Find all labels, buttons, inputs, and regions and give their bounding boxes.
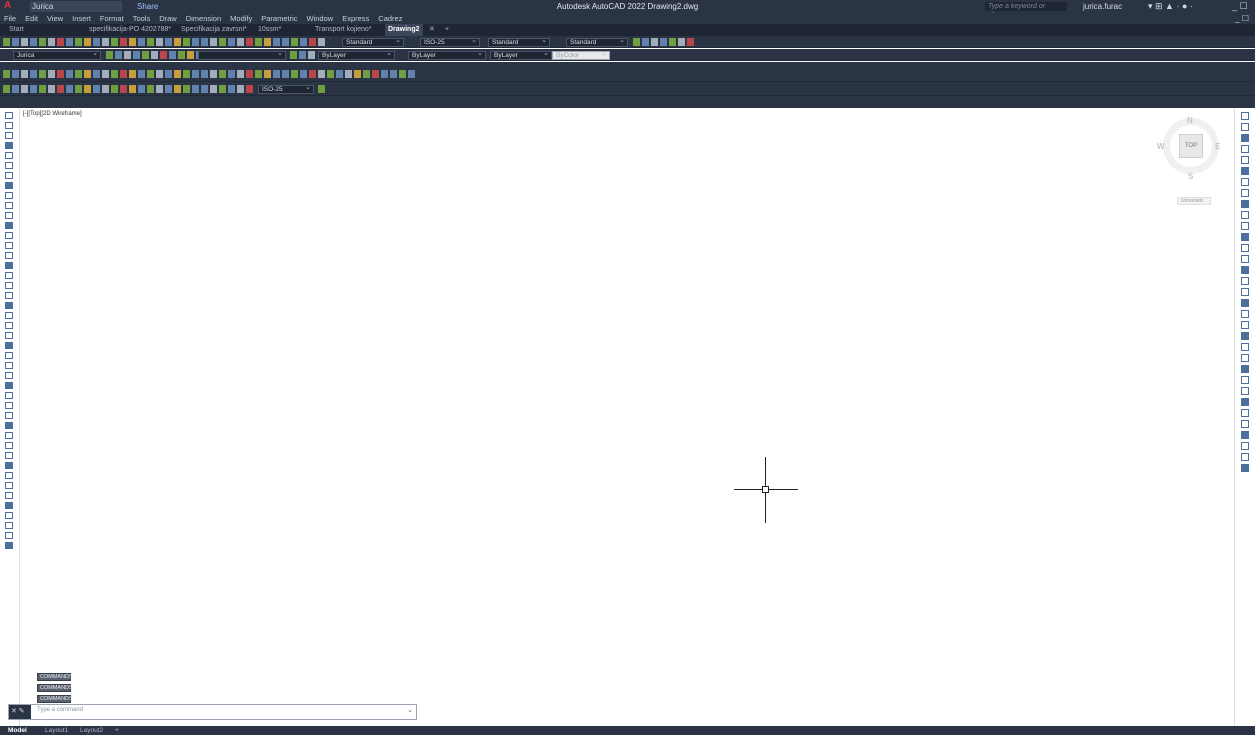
ucs-menu[interactable]: Unnamed	[1177, 197, 1211, 205]
layer-state-select[interactable]	[198, 51, 286, 60]
command-history-line: COMMANDS	[37, 695, 73, 703]
tab-file[interactable]: 10ssm*	[255, 24, 284, 36]
title-bar: A Jurica Share Autodesk AutoCAD 2022 Dra…	[0, 0, 1255, 19]
command-history-line: COMMANDS	[37, 673, 73, 681]
menu-file[interactable]: File	[4, 13, 16, 24]
menu-tools[interactable]: Tools	[133, 13, 151, 24]
tab-layout1[interactable]: Layout1	[45, 726, 68, 735]
color-select[interactable]: ByLayer	[318, 51, 395, 60]
draw-toolbar	[0, 108, 20, 726]
layer-tools-icons[interactable]	[290, 51, 315, 59]
menu-view[interactable]: View	[47, 13, 63, 24]
text-style-select[interactable]: Standard	[342, 38, 404, 47]
tab-start[interactable]: Start	[6, 24, 27, 36]
linetype-select[interactable]: ByLayer	[408, 51, 486, 60]
dimension-icons[interactable]	[3, 85, 253, 93]
pickbox-icon	[762, 486, 769, 493]
menu-window[interactable]: Window	[307, 13, 334, 24]
toolbar-tools	[0, 62, 1255, 82]
viewcube-top-face[interactable]: TOP	[1179, 134, 1203, 158]
help-icon[interactable]: ▾ ⊞ ▲ · ● ·	[1148, 0, 1193, 12]
command-history-line: COMMANDS	[37, 684, 73, 692]
tab-file[interactable]: Specifikacija zavrsni*	[178, 24, 250, 36]
compass-east[interactable]: E	[1215, 142, 1220, 151]
draw-tool-icons[interactable]	[5, 112, 13, 549]
layer-select[interactable]: Jurica	[13, 51, 101, 60]
window-controls[interactable]: _ ☐	[1232, 0, 1248, 12]
modify-toolbar	[1234, 108, 1255, 726]
menu-bar: File Edit View Insert Format Tools Draw …	[0, 13, 1255, 24]
command-input[interactable]: Type a command	[37, 707, 83, 713]
multileader-style-select[interactable]: Standard	[566, 38, 628, 47]
document-window-controls[interactable]: _ ☐	[1235, 13, 1249, 24]
tools-icons[interactable]	[3, 70, 415, 78]
command-line[interactable]: ✕ ✎ Type a command ⌄	[8, 704, 417, 720]
menu-cadrez[interactable]: Cadrez	[378, 13, 402, 24]
toolbar-layers: Jurica ByLayer ByLayer ByLayer ByColor	[0, 49, 1255, 61]
dim-update-icon[interactable]	[318, 85, 325, 93]
menu-insert[interactable]: Insert	[72, 13, 91, 24]
standard-toolbar-icons[interactable]	[3, 38, 325, 46]
menu-edit[interactable]: Edit	[25, 13, 38, 24]
command-line-close-icon[interactable]: ✕ ✎	[9, 705, 31, 719]
menu-parametric[interactable]: Parametric	[261, 13, 297, 24]
tab-file[interactable]: specifikacija-PO 4202788*	[86, 24, 174, 36]
layout-tab-bar: Model Layout1 Layout2 +	[0, 726, 1255, 735]
file-tab-bar: Start specifikacija-PO 4202788* Specifik…	[0, 24, 1255, 36]
tab-file[interactable]: Transport kojieno*	[312, 24, 375, 36]
toolbar-spacer	[0, 96, 1255, 108]
plotstyle-select: ByColor	[552, 51, 610, 60]
menu-dimension[interactable]: Dimension	[186, 13, 221, 24]
table-style-select[interactable]: Standard	[488, 38, 550, 47]
dim-style-select-2[interactable]: ISO-25	[258, 85, 314, 94]
modify-tool-icons[interactable]	[1241, 112, 1249, 472]
drawing-canvas[interactable]	[20, 108, 1234, 726]
multileader-icons[interactable]	[633, 38, 694, 46]
lineweight-select[interactable]: ByLayer	[490, 51, 552, 60]
new-layout-button[interactable]: +	[115, 726, 119, 735]
menu-format[interactable]: Format	[100, 13, 124, 24]
toolbar-dimension: ISO-25	[0, 82, 1255, 96]
viewport-controls-label[interactable]: [-][Top][2D Wireframe]	[23, 111, 82, 117]
dim-style-select[interactable]: ISO-25	[420, 38, 480, 47]
viewcube[interactable]: TOP N S E W	[1157, 112, 1225, 182]
menu-express[interactable]: Express	[342, 13, 369, 24]
compass-west[interactable]: W	[1157, 142, 1165, 151]
new-tab-button[interactable]: +	[442, 24, 452, 36]
toolbar-standard: Standard ISO-25 Standard Standard	[0, 36, 1255, 48]
menu-draw[interactable]: Draw	[159, 13, 177, 24]
layer-icons[interactable]	[106, 51, 203, 59]
close-icon[interactable]: ✕	[426, 24, 438, 36]
compass-north[interactable]: N	[1187, 116, 1193, 125]
tab-drawing2[interactable]: Drawing2	[385, 24, 423, 36]
compass-south[interactable]: S	[1188, 172, 1193, 181]
user-account[interactable]: jurica.furac	[1083, 1, 1122, 12]
menu-modify[interactable]: Modify	[230, 13, 252, 24]
tab-model[interactable]: Model	[8, 726, 27, 735]
search-input[interactable]: Type a keyword or phrase	[985, 2, 1067, 19]
tab-layout2[interactable]: Layout2	[80, 726, 103, 735]
chevron-down-icon[interactable]: ⌄	[407, 706, 413, 714]
